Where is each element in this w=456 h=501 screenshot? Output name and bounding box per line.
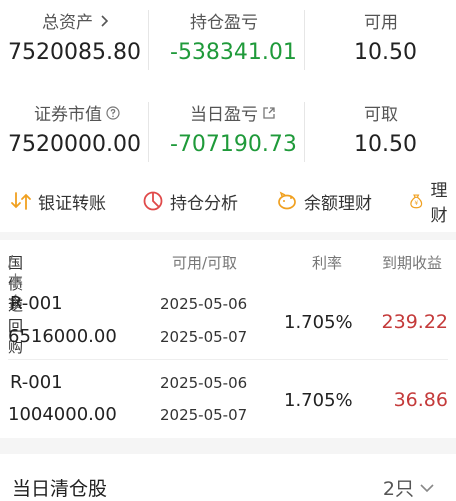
available-label: 可用 bbox=[364, 13, 398, 33]
total-assets-value: 7520085.80 bbox=[8, 40, 141, 65]
daily-pnl-label-text: 当日盈亏 bbox=[190, 105, 258, 125]
chevron-down-icon bbox=[420, 483, 434, 492]
help-icon[interactable] bbox=[106, 105, 120, 120]
cleared-stocks-count: 2只 bbox=[382, 478, 414, 500]
repo-yield: 36.86 bbox=[393, 389, 448, 411]
shortcut-balance-finance[interactable]: 余额理财 bbox=[276, 189, 372, 214]
svg-text:¥: ¥ bbox=[414, 200, 418, 207]
repo-date-available: 2025-05-06 bbox=[160, 295, 248, 313]
divider bbox=[304, 102, 305, 162]
repo-date-withdrawable: 2025-05-07 bbox=[160, 328, 248, 346]
repo-principal: 6516000.00 bbox=[8, 326, 117, 347]
repo-rate: 1.705% bbox=[284, 390, 353, 411]
chevron-right-icon bbox=[101, 14, 109, 27]
shortcut-label: 持仓分析 bbox=[170, 193, 238, 214]
divider bbox=[304, 10, 305, 70]
market-value-label: 证券市值 bbox=[34, 100, 120, 125]
header-avail: 可用/可取 bbox=[172, 254, 238, 272]
shortcut-label: 理财 bbox=[430, 181, 448, 226]
withdrawable-value: 10.50 bbox=[354, 132, 417, 157]
section-divider bbox=[0, 438, 456, 454]
divider bbox=[148, 102, 149, 162]
section-divider bbox=[0, 232, 456, 240]
daily-pnl-value: -707190.73 bbox=[170, 132, 297, 157]
table-header: 国债逆回购/本金 可用/可取 利率 到期收益 bbox=[0, 252, 456, 356]
repo-date-withdrawable: 2025-05-07 bbox=[160, 406, 248, 424]
available-value: 10.50 bbox=[354, 40, 417, 65]
total-assets-label[interactable]: 总资产 bbox=[42, 8, 111, 33]
header-yield: 到期收益 bbox=[382, 254, 443, 272]
market-value-value: 7520000.00 bbox=[8, 132, 141, 157]
repo-rate: 1.705% bbox=[284, 312, 353, 333]
withdrawable-label: 可取 bbox=[364, 105, 398, 125]
header-rate: 利率 bbox=[312, 254, 343, 272]
repo-code: R-001 bbox=[10, 293, 63, 314]
shortcut-bank-transfer[interactable]: 银证转账 bbox=[10, 189, 106, 214]
external-link-icon bbox=[263, 106, 275, 119]
pie-analysis-icon bbox=[143, 191, 163, 211]
shortcut-position-analysis[interactable]: 持仓分析 bbox=[142, 189, 238, 214]
repo-code: R-001 bbox=[10, 372, 63, 393]
shortcut-label: 银证转账 bbox=[38, 193, 106, 214]
holding-pnl-value: -538341.01 bbox=[170, 40, 297, 65]
market-value-label-text: 证券市值 bbox=[34, 105, 102, 125]
repo-principal: 1004000.00 bbox=[8, 404, 117, 425]
shortcut-label: 余额理财 bbox=[304, 193, 372, 214]
shortcut-bar: 银证转账 持仓分析 余额理财 ¥ 理财 bbox=[0, 176, 456, 226]
divider bbox=[148, 10, 149, 70]
shortcut-finance[interactable]: ¥ 理财 bbox=[408, 176, 456, 226]
money-bag-icon: ¥ bbox=[410, 194, 423, 209]
repo-yield: 239.22 bbox=[381, 311, 448, 333]
daily-pnl-label[interactable]: 当日盈亏 bbox=[190, 100, 276, 125]
piggy-bank-icon bbox=[278, 191, 296, 210]
row-divider bbox=[8, 359, 448, 360]
total-assets-label-text: 总资产 bbox=[42, 13, 93, 33]
cleared-stocks-title: 当日清仓股 bbox=[12, 478, 108, 500]
repo-date-available: 2025-05-06 bbox=[160, 374, 248, 392]
holding-pnl-label: 持仓盈亏 bbox=[190, 13, 258, 33]
transfer-icon bbox=[11, 192, 31, 210]
cleared-stocks-toggle[interactable]: 2只 bbox=[383, 474, 434, 501]
